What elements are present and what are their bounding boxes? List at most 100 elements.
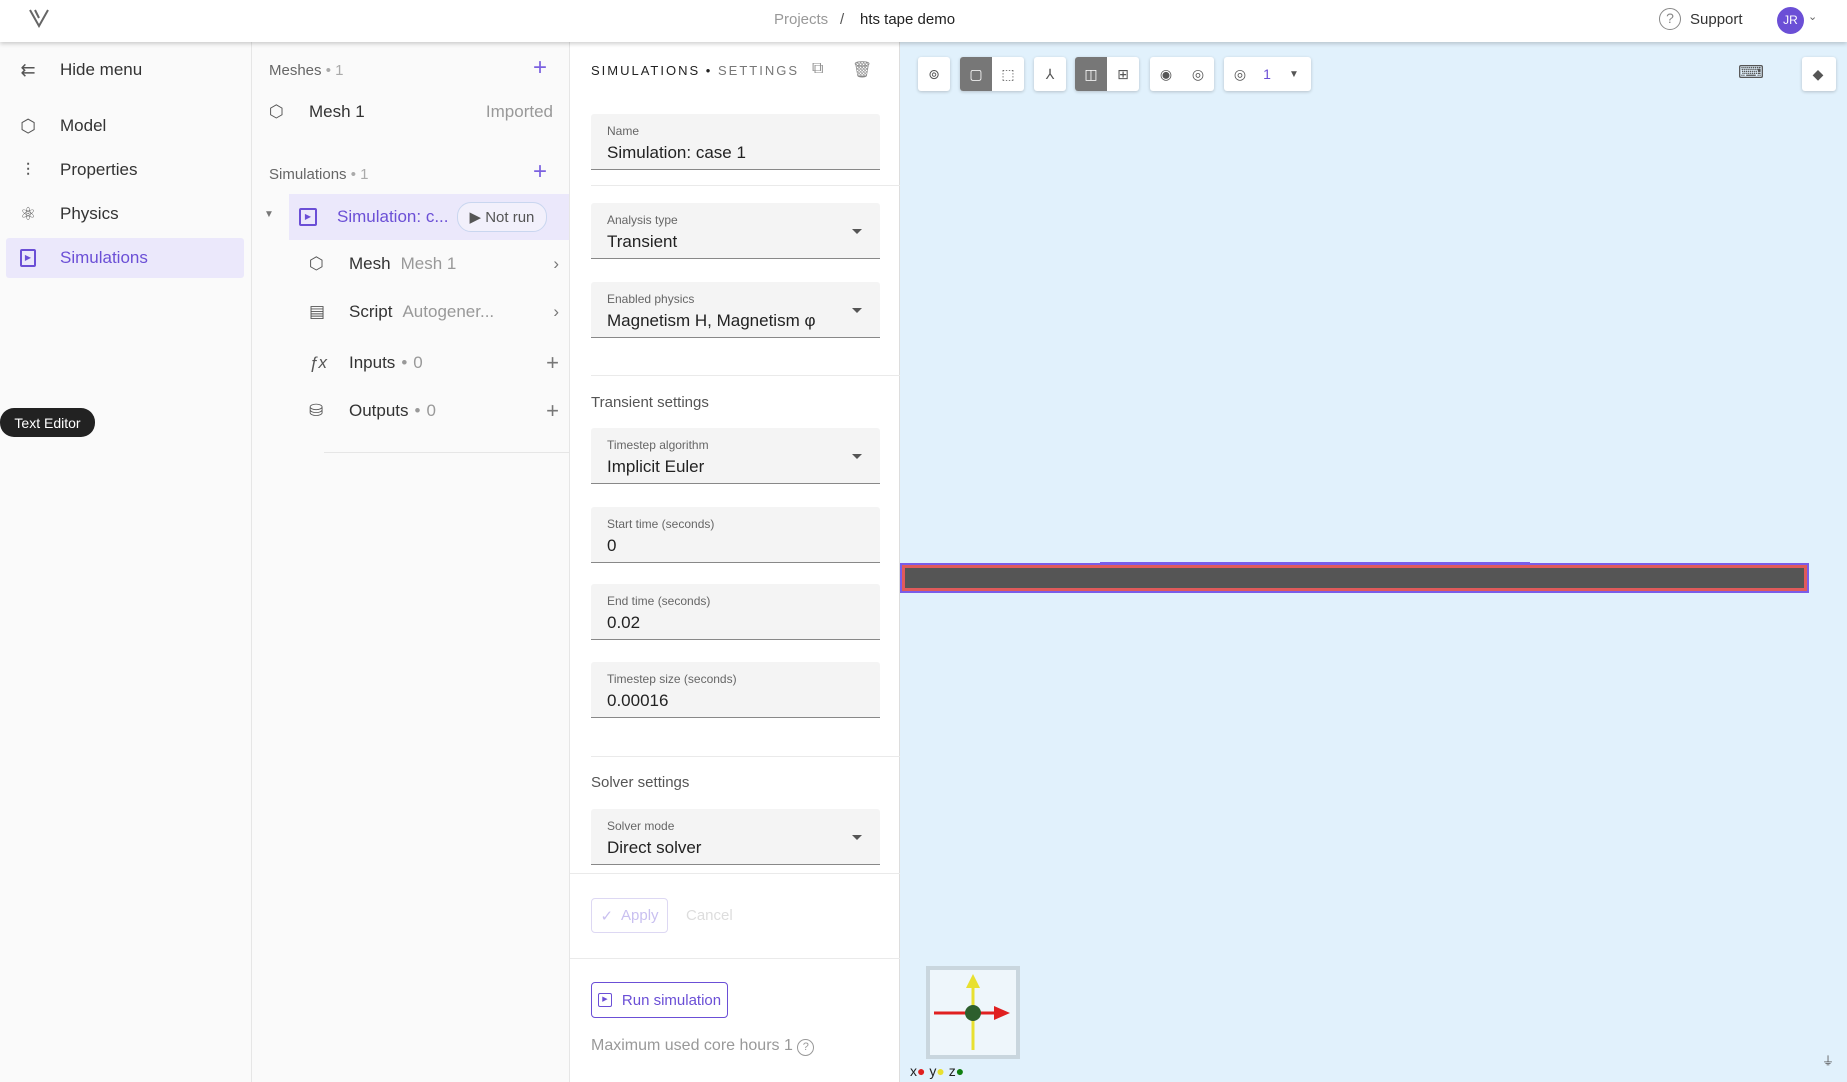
simulation-label: Simulation: c... (337, 207, 449, 226)
divider (570, 873, 900, 874)
caret-down-icon (852, 454, 862, 459)
core-hours-text: Maximum used core hours 1 ? (591, 1037, 815, 1056)
keyboard-icon[interactable]: ⌨ (1738, 62, 1764, 83)
breadcrumb-project: hts tape demo (860, 11, 956, 28)
sidebar-item-label: Properties (60, 160, 138, 179)
add-simulation-button[interactable]: + (533, 160, 547, 184)
meshes-section-title: Meshes • 1 (269, 62, 344, 79)
simulation-mesh-item[interactable]: ⬡ Mesh Mesh 1 › (309, 254, 559, 274)
atom-icon: ⚛ (19, 203, 37, 224)
play-square-icon: ▶ (597, 993, 612, 1007)
sidebar-item-properties[interactable]: ⫶ Properties (6, 150, 244, 190)
focus-icon: ⊚ (928, 65, 940, 82)
visibility-group: ◉ ◎ (1150, 57, 1214, 91)
mesh-item[interactable]: ⬡ Mesh 1 Imported (269, 102, 553, 122)
mesh-label: Mesh 1 (309, 102, 365, 121)
view-count: 1 (1263, 66, 1271, 82)
support-link[interactable]: Support (1690, 11, 1743, 28)
check-icon: ✓ (600, 907, 614, 925)
paint-bucket-icon: ◆ (1812, 65, 1824, 82)
avatar[interactable]: JR (1777, 7, 1804, 34)
hide-menu-button[interactable]: ⇇ Hide menu (6, 50, 244, 90)
play-square-icon: ▶ (299, 208, 317, 226)
sidebar-item-physics[interactable]: ⚛ Physics (6, 194, 244, 234)
collapse-menu-icon: ⇇ (20, 59, 36, 80)
settings-panel: SIMULATIONS • SETTINGS ⧉ 🗑 Name Simulatio… (570, 42, 900, 1082)
play-square-icon: ▶ (14, 247, 42, 269)
enabled-physics-select[interactable]: Enabled physics Magnetism H, Magnetism φ (591, 282, 880, 338)
chevron-down-icon[interactable]: ⌄ (1808, 10, 1817, 23)
item-count: 0 (426, 401, 436, 420)
solver-settings-heading: Solver settings (591, 774, 690, 791)
connection-icon: ⏚ (1822, 1054, 1835, 1068)
select-box-icon[interactable]: ⬚ (992, 57, 1024, 91)
axis-legend: x● y● z● (910, 1063, 965, 1079)
axis-gizmo[interactable] (926, 966, 1020, 1059)
selection-mode-group: ▢ ⬚ (960, 57, 1024, 91)
timestep-size-field[interactable]: Timestep size (seconds) 0.00016 (591, 662, 880, 718)
select-solid-icon[interactable]: ▢ (960, 57, 992, 91)
help-icon[interactable]: ? (1659, 8, 1681, 30)
copy-icon[interactable]: ⧉ (812, 60, 823, 78)
cancel-button[interactable]: Cancel (686, 907, 733, 924)
simulation-outputs-item[interactable]: ⛁ Outputs • 0 + (309, 398, 559, 424)
caret-down-icon[interactable]: ▼ (264, 209, 274, 220)
item-label: Inputs (349, 353, 396, 372)
item-label: Mesh (349, 254, 391, 273)
help-icon[interactable]: ? (797, 1039, 815, 1056)
axes-button[interactable]: ⅄ (1034, 57, 1066, 91)
app-logo[interactable] (28, 8, 50, 28)
item-label: Script (349, 302, 393, 321)
simulations-section-title: Simulations • 1 (269, 166, 369, 183)
item-detail: Mesh 1 (400, 254, 457, 273)
add-output-button[interactable]: + (546, 398, 559, 424)
script-icon: ▤ (309, 302, 326, 321)
divider (324, 452, 570, 453)
divider (591, 756, 900, 757)
caret-down-icon (852, 229, 862, 234)
view-count-group[interactable]: ◎ 1 ▼ (1224, 57, 1311, 91)
simulation-script-item[interactable]: ▤ Script Autogener... › (309, 302, 559, 322)
sidebar-item-simulations[interactable]: ▶ Simulations (6, 238, 244, 278)
eye-icon[interactable]: ◉ (1150, 57, 1182, 91)
layout-group: ◫ ⊞ (1075, 57, 1139, 91)
panel-title: SIMULATIONS • SETTINGS (591, 63, 799, 78)
item-label: Outputs (349, 401, 409, 420)
cube-icon: ⬡ (309, 254, 324, 273)
simulation-item[interactable]: ▶ Simulation: c... ▶ Not run (289, 194, 569, 240)
text-editor-tooltip[interactable]: Text Editor (0, 408, 95, 437)
caret-down-icon (852, 308, 862, 313)
divider (570, 958, 900, 959)
3d-viewport[interactable]: ⊚ ▢ ⬚ ⅄ ◫ ⊞ ◉ ◎ ◎ 1 ▼ ⌨ ◆ x● y● z● ⏚ (900, 42, 1847, 1082)
start-time-field[interactable]: Start time (seconds) 0 (591, 507, 880, 563)
apply-button[interactable]: ✓ Apply (591, 898, 668, 933)
end-time-field[interactable]: End time (seconds) 0.02 (591, 584, 880, 640)
divider (591, 375, 900, 376)
run-simulation-button[interactable]: ▶ Run simulation (591, 982, 728, 1018)
sidebar-item-model[interactable]: ⬡ Model (6, 106, 244, 146)
fit-view-button[interactable]: ⊚ (918, 57, 950, 91)
hts-tape-mesh[interactable] (900, 563, 1809, 593)
sidebar-item-label: Physics (60, 204, 119, 223)
item-count: 0 (413, 353, 423, 372)
add-input-button[interactable]: + (546, 350, 559, 376)
delete-icon[interactable]: 🗑 (852, 60, 872, 80)
analysis-type-select[interactable]: Analysis type Transient (591, 203, 880, 259)
axes-orientation-icon (934, 974, 1010, 1050)
item-detail: Autogener... (402, 302, 495, 321)
quad-view-icon[interactable]: ⊞ (1107, 57, 1139, 91)
simulation-inputs-item[interactable]: ƒx Inputs • 0 + (309, 350, 559, 376)
breadcrumb-separator: / (840, 11, 845, 28)
mesh-status: Imported (485, 102, 553, 121)
status-badge[interactable]: ▶ Not run (456, 202, 548, 232)
timestep-algorithm-select[interactable]: Timestep algorithm Implicit Euler (591, 428, 880, 484)
breadcrumb-projects[interactable]: Projects (774, 11, 828, 28)
eye-outline-icon[interactable]: ◎ (1182, 57, 1214, 91)
add-mesh-button[interactable]: + (533, 56, 547, 80)
name-field[interactable]: Name Simulation: case 1 (591, 114, 880, 170)
top-bar: Projects / hts tape demo ? Support JR ⌄ (0, 0, 1847, 42)
transient-settings-heading: Transient settings (591, 394, 709, 411)
paint-button[interactable]: ◆ (1802, 57, 1836, 91)
single-view-icon[interactable]: ◫ (1075, 57, 1107, 91)
solver-mode-select[interactable]: Solver mode Direct solver (591, 809, 880, 865)
